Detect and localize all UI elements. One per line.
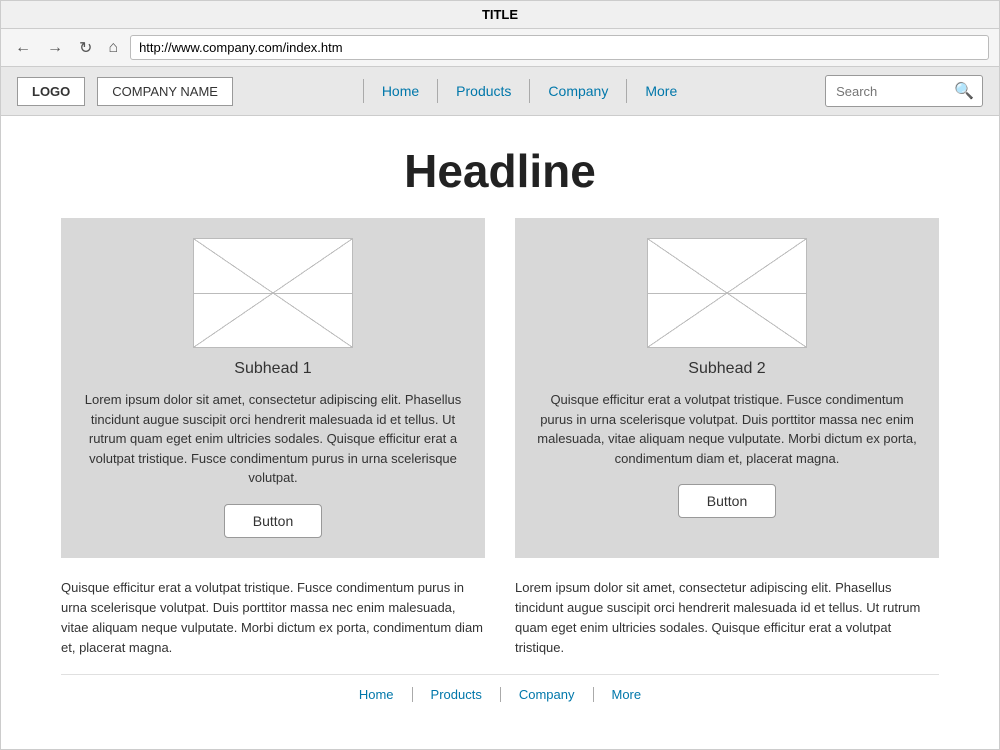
search-icon-button[interactable]: 🔍 — [946, 76, 982, 106]
site-header: LOGO COMPANY NAME Home Products Company … — [1, 67, 999, 116]
footer-nav-more[interactable]: More — [594, 687, 660, 702]
text-col-1: Quisque efficitur erat a volutpat tristi… — [61, 578, 485, 659]
back-button[interactable]: ← — [11, 37, 35, 59]
browser-title: TITLE — [482, 7, 518, 22]
text-col-2: Lorem ipsum dolor sit amet, consectetur … — [515, 578, 939, 659]
footer-nav-products[interactable]: Products — [413, 687, 501, 702]
card-2-subhead: Subhead 2 — [688, 360, 765, 378]
footer-nav-company[interactable]: Company — [501, 687, 594, 702]
home-button[interactable]: ⌂ — [104, 37, 122, 59]
search-input[interactable] — [826, 79, 946, 104]
nav-company[interactable]: Company — [530, 79, 627, 103]
footer-nav-home[interactable]: Home — [341, 687, 413, 702]
search-box: 🔍 — [825, 75, 983, 107]
browser-nav-bar: ← → ↻ ⌂ — [1, 29, 999, 67]
company-name-box: COMPANY NAME — [97, 77, 233, 106]
company-name-label: COMPANY NAME — [112, 84, 218, 99]
search-icon: 🔍 — [954, 83, 974, 100]
main-nav: Home Products Company More — [245, 79, 813, 103]
card-2-button[interactable]: Button — [678, 484, 776, 518]
browser-title-bar: TITLE — [1, 1, 999, 29]
main-content: Headline Subhead 1 Lorem ipsum dolor sit… — [1, 116, 999, 708]
refresh-button[interactable]: ↻ — [75, 36, 96, 60]
nav-more[interactable]: More — [627, 79, 695, 103]
card-1-subhead: Subhead 1 — [234, 360, 311, 378]
address-bar[interactable] — [130, 35, 989, 60]
card-1-button[interactable]: Button — [224, 504, 322, 538]
nav-products[interactable]: Products — [438, 79, 530, 103]
card-2-body: Quisque efficitur erat a volutpat tristi… — [535, 390, 919, 468]
logo-box: LOGO — [17, 77, 85, 106]
footer-nav: Home Products Company More — [61, 674, 939, 708]
cards-row: Subhead 1 Lorem ipsum dolor sit amet, co… — [61, 218, 939, 558]
nav-home[interactable]: Home — [363, 79, 438, 103]
card-1-body: Lorem ipsum dolor sit amet, consectetur … — [81, 390, 465, 488]
forward-button[interactable]: → — [43, 37, 67, 59]
card-2: Subhead 2 Quisque efficitur erat a volut… — [515, 218, 939, 558]
logo-label: LOGO — [32, 84, 70, 99]
page-headline: Headline — [61, 144, 939, 198]
card-2-image — [647, 238, 807, 348]
text-row: Quisque efficitur erat a volutpat tristi… — [61, 578, 939, 659]
card-1-image — [193, 238, 353, 348]
card-1: Subhead 1 Lorem ipsum dolor sit amet, co… — [61, 218, 485, 558]
